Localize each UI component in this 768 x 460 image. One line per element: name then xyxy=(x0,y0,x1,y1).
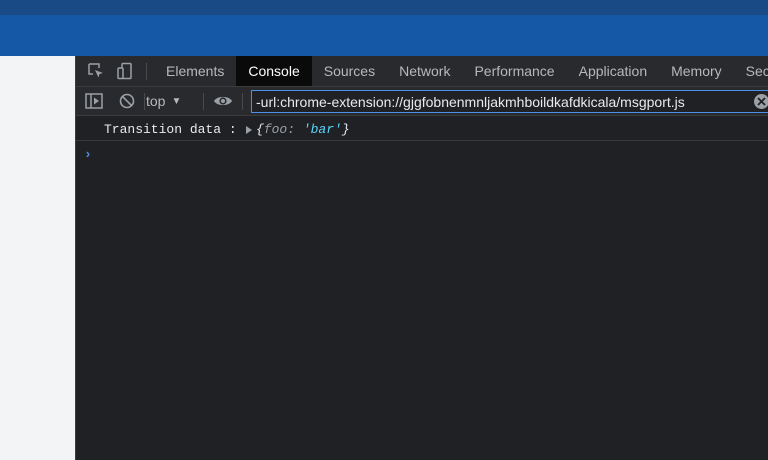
console-message-text: Transition data : xyxy=(104,122,245,137)
toolbar-separator xyxy=(242,93,243,110)
context-selector[interactable]: top ▼ xyxy=(146,91,181,112)
clear-console-icon[interactable] xyxy=(117,90,137,112)
devtools-tabs: Elements Console Sources Network Perform… xyxy=(154,56,768,86)
device-toolbar-icon[interactable] xyxy=(114,60,136,82)
live-expression-eye-icon[interactable] xyxy=(212,90,234,112)
object-value: 'bar' xyxy=(302,122,342,137)
console-filter-field[interactable] xyxy=(251,90,768,113)
tab-performance[interactable]: Performance xyxy=(462,56,566,86)
object-open-brace: { xyxy=(256,122,264,137)
toolbar-separator xyxy=(144,93,145,110)
object-key: foo: xyxy=(263,122,303,137)
tab-application[interactable]: Application xyxy=(567,56,660,86)
tab-memory[interactable]: Memory xyxy=(659,56,734,86)
page-content-area xyxy=(0,56,75,460)
tab-security[interactable]: Secur xyxy=(734,56,768,86)
tab-console[interactable]: Console xyxy=(236,56,312,86)
console-filter-input[interactable] xyxy=(256,91,746,112)
browser-top-bar xyxy=(0,0,768,15)
console-prompt-icon[interactable]: › xyxy=(84,147,92,162)
caret-down-icon: ▼ xyxy=(171,96,182,107)
console-message: Transition data : {foo: 'bar'} xyxy=(76,116,768,141)
console-object-preview[interactable]: {foo: 'bar'} xyxy=(256,122,350,137)
tab-sources[interactable]: Sources xyxy=(312,56,387,86)
expand-triangle-icon[interactable] xyxy=(246,126,252,134)
toolbar-separator xyxy=(203,93,204,110)
clear-filter-icon[interactable] xyxy=(754,94,768,109)
tab-bar-separator xyxy=(146,63,147,80)
tab-network[interactable]: Network xyxy=(387,56,462,86)
inspect-element-icon[interactable] xyxy=(85,60,107,82)
console-output: Transition data : {foo: 'bar'} › xyxy=(76,116,768,460)
console-toolbar: top ▼ xyxy=(76,87,768,116)
tab-elements[interactable]: Elements xyxy=(154,56,236,86)
devtools-tab-bar: Elements Console Sources Network Perform… xyxy=(76,56,768,87)
context-selector-label: top xyxy=(146,93,166,109)
page-header-bar xyxy=(0,15,768,56)
devtools-panel: Elements Console Sources Network Perform… xyxy=(75,56,768,460)
show-sidebar-icon[interactable] xyxy=(84,90,104,112)
object-close-brace: } xyxy=(341,122,350,137)
